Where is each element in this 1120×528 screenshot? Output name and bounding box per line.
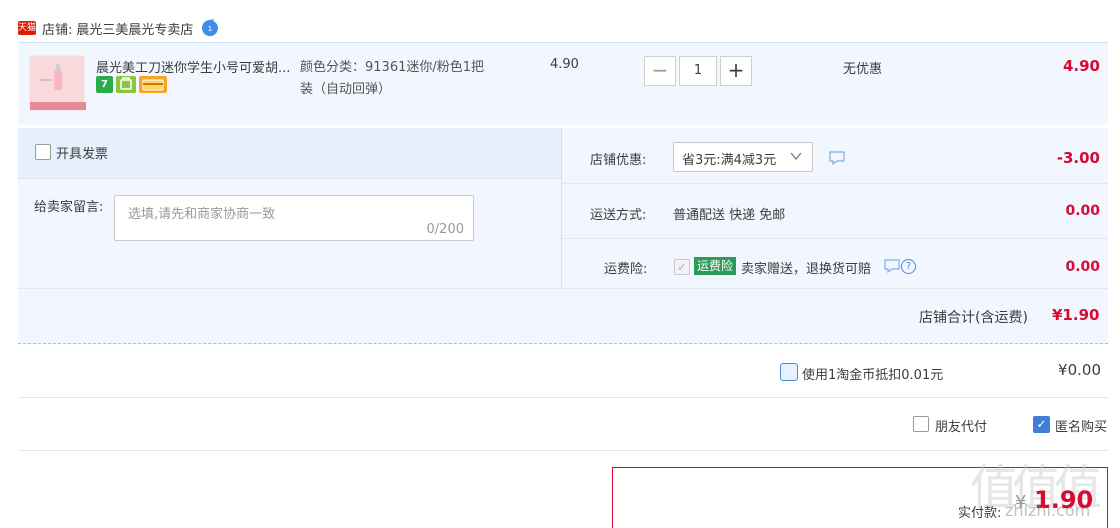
shop-name-link[interactable]: 晨光三美晨光专卖店 xyxy=(76,19,193,38)
order-item-row xyxy=(18,43,1108,125)
wangwang-chat-icon[interactable]: 1 xyxy=(201,19,219,37)
chat-icon[interactable] xyxy=(829,151,845,165)
friend-pay-label[interactable]: 朋友代付 xyxy=(935,416,987,435)
qty-plus-button[interactable]: + xyxy=(720,56,752,86)
shop-coupon-value: 省3元:满4减3元 xyxy=(682,153,777,168)
credit-card-icon[interactable] xyxy=(139,76,167,93)
shipping-amount: 0.00 xyxy=(1065,203,1100,219)
quantity-stepper: − 1 + xyxy=(644,56,752,86)
unit-price: 4.90 xyxy=(550,57,579,72)
divider xyxy=(18,450,1108,451)
sku-line: 颜色分类：91361迷你/粉色1把 xyxy=(300,60,485,75)
seller-message-counter: 0/200 xyxy=(426,222,464,237)
sku-info: 颜色分类：91361迷你/粉色1把 装（自动回弹） xyxy=(300,57,510,101)
friend-pay-checkbox[interactable] xyxy=(913,416,929,432)
product-title-link[interactable]: 晨光美工刀迷你学生小号可爱胡... xyxy=(96,57,296,76)
store-total-label: 店铺合计(含运费) xyxy=(919,310,1028,326)
service-badges: 7 xyxy=(96,76,167,93)
anonymous-buy-label[interactable]: 匿名购买 xyxy=(1055,416,1107,435)
divider xyxy=(18,397,1108,398)
store-total-value: ¥1.90 xyxy=(1052,306,1100,324)
pay-label: 实付款: xyxy=(958,506,1002,521)
insurance-amount: 0.00 xyxy=(1065,259,1100,275)
seller-message-label: 给卖家留言: xyxy=(34,200,104,215)
divider xyxy=(561,183,1108,184)
insurance-icons: ? xyxy=(884,259,916,274)
qty-input[interactable]: 1 xyxy=(679,56,717,86)
watermark-site: zhizhi.com xyxy=(1005,501,1091,520)
thumbnail-strip xyxy=(30,102,86,110)
insurance-description: 卖家赠送，退换货可赔 xyxy=(741,262,872,277)
coin-deduction-checkbox[interactable] xyxy=(780,363,798,381)
shop-header: 天猫 店铺: 晨光三美晨光专卖店 1 xyxy=(18,16,219,40)
insurance-tag: 运费险 xyxy=(694,257,737,275)
chat-icon[interactable] xyxy=(884,259,900,273)
shop-prefix: 店铺: xyxy=(42,22,73,38)
shop-coupon-amount: -3.00 xyxy=(1056,149,1100,167)
coin-deduction-amount: ¥0.00 xyxy=(1058,361,1101,379)
divider xyxy=(18,178,561,179)
shipping-value: 普通配送 快递 免邮 xyxy=(673,208,786,223)
guarantee-icon[interactable] xyxy=(116,76,136,93)
product-thumbnail[interactable] xyxy=(29,55,86,111)
item-line-total: 4.90 xyxy=(1062,57,1100,75)
chevron-down-icon xyxy=(790,152,802,161)
divider xyxy=(561,238,1108,239)
seven-day-return-icon[interactable]: 7 xyxy=(96,76,113,93)
coin-deduction-label[interactable]: 使用1淘金币抵扣0.01元 xyxy=(802,364,943,383)
divider xyxy=(18,288,1108,289)
divider xyxy=(561,128,562,288)
tmall-icon: 天猫 xyxy=(18,21,37,35)
cutter-image-icon xyxy=(40,64,62,90)
insurance-label: 运费险: xyxy=(604,262,648,277)
item-discount: 无优惠 xyxy=(843,62,883,77)
anonymous-buy-checkbox[interactable]: ✓ xyxy=(1033,416,1050,433)
invoice-label[interactable]: 开具发票 xyxy=(56,143,108,162)
qty-minus-button[interactable]: − xyxy=(644,56,676,86)
invoice-checkbox[interactable] xyxy=(35,144,51,160)
wangwang-badge-count: 1 xyxy=(208,25,212,33)
sku-line: 装（自动回弹） xyxy=(300,82,392,97)
help-icon[interactable]: ? xyxy=(901,259,916,274)
seller-message-placeholder: 选填,请先和商家协商一致 xyxy=(128,207,276,222)
shipping-label: 运送方式: xyxy=(590,208,647,223)
shop-coupon-label: 店铺优惠: xyxy=(590,153,647,168)
insurance-checkbox: ✓ xyxy=(674,259,690,275)
